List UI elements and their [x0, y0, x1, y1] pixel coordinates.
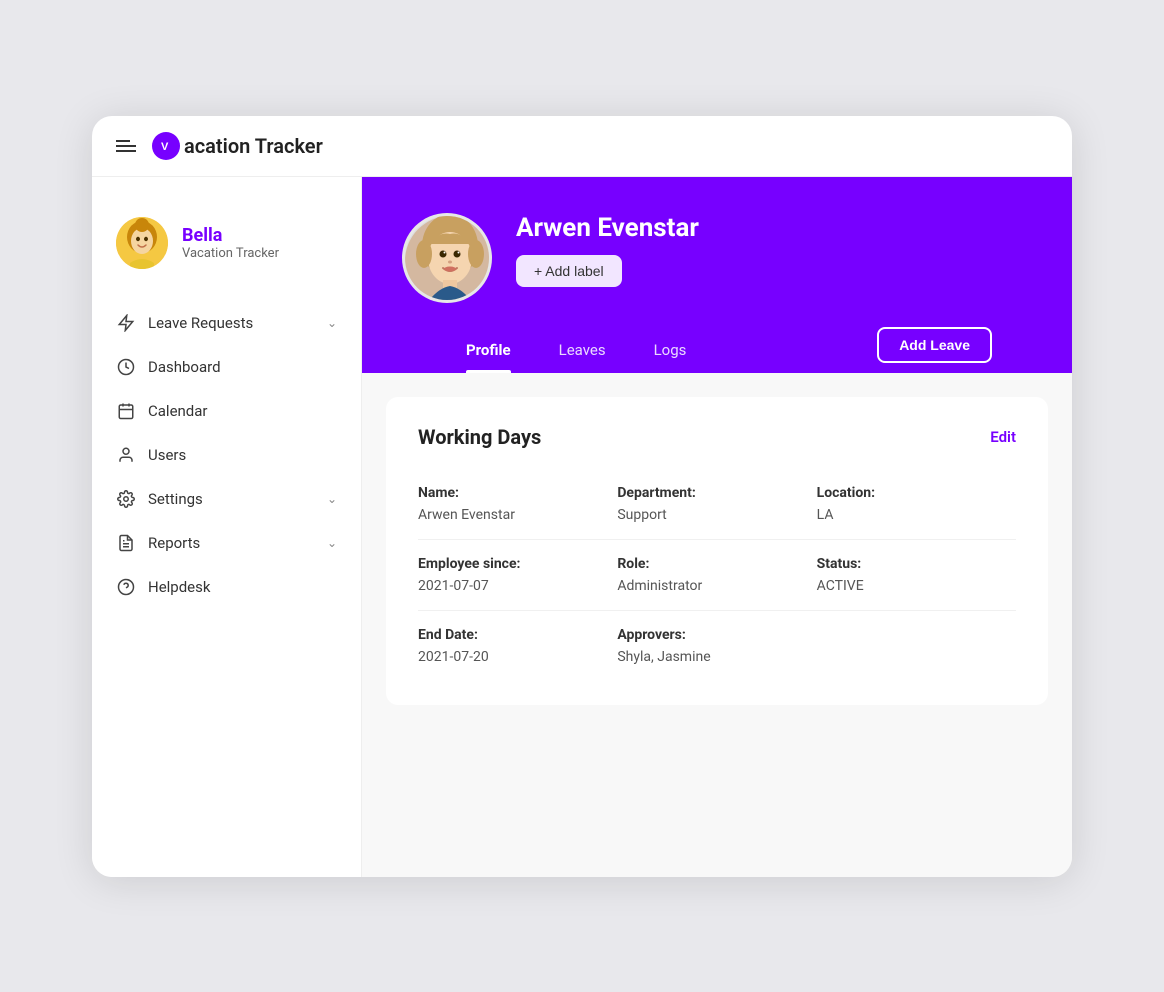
sidebar-item-leave-requests[interactable]: Leave Requests ⌄ — [92, 301, 361, 345]
sidebar-item-label: Leave Requests — [148, 314, 315, 332]
sidebar-profile-subtitle: Vacation Tracker — [182, 246, 279, 261]
svg-text:V: V — [161, 141, 169, 153]
sidebar-item-label: Dashboard — [148, 358, 337, 376]
user-icon — [116, 445, 136, 465]
sidebar-item-users[interactable]: Users — [92, 433, 361, 477]
card-header: Working Days Edit — [418, 425, 1016, 449]
edit-button[interactable]: Edit — [990, 428, 1016, 446]
logo-area: V acation Tracker — [152, 132, 323, 160]
top-bar: V acation Tracker — [92, 116, 1072, 177]
sidebar-item-label: Users — [148, 446, 337, 464]
profile-header: Arwen Evenstar + Add label Profile Leave… — [362, 177, 1072, 373]
divider — [418, 610, 1016, 611]
menu-toggle-button[interactable] — [116, 140, 136, 152]
sidebar-item-dashboard[interactable]: Dashboard — [92, 345, 361, 389]
tab-profile[interactable]: Profile — [442, 327, 535, 373]
sidebar-profile-info: Bella Vacation Tracker — [182, 225, 279, 261]
sidebar-item-label: Helpdesk — [148, 578, 337, 596]
sidebar-item-label: Calendar — [148, 402, 337, 420]
info-empty — [817, 615, 1016, 677]
help-icon — [116, 577, 136, 597]
dashboard-icon — [116, 357, 136, 377]
sidebar-item-settings[interactable]: Settings ⌄ — [92, 477, 361, 521]
divider — [418, 539, 1016, 540]
info-end-date: End Date: 2021-07-20 — [418, 615, 617, 677]
logo-icon: V — [152, 132, 180, 160]
tab-logs[interactable]: Logs — [630, 327, 711, 373]
sidebar-item-helpdesk[interactable]: Helpdesk — [92, 565, 361, 609]
lightning-icon — [116, 313, 136, 333]
main-layout: Bella Vacation Tracker Leave Requests ⌄ — [92, 177, 1072, 877]
sidebar-profile-name: Bella — [182, 225, 279, 246]
sidebar: Bella Vacation Tracker Leave Requests ⌄ — [92, 177, 362, 877]
sidebar-item-label: Settings — [148, 490, 315, 508]
logo-text: acation Tracker — [184, 134, 323, 158]
working-days-card: Working Days Edit Name: Arwen Evenstar D… — [386, 397, 1048, 705]
avatar — [116, 217, 168, 269]
tab-leaves[interactable]: Leaves — [535, 327, 630, 373]
sidebar-profile: Bella Vacation Tracker — [92, 201, 361, 301]
content-area: Arwen Evenstar + Add label Profile Leave… — [362, 177, 1072, 877]
info-approvers: Approvers: Shyla, Jasmine — [617, 615, 816, 677]
add-label-button[interactable]: + Add label — [516, 255, 622, 287]
info-location: Location: LA — [817, 473, 1016, 535]
sidebar-item-label: Reports — [148, 534, 315, 552]
add-leave-button[interactable]: Add Leave — [877, 327, 992, 363]
chevron-down-icon: ⌄ — [327, 492, 337, 506]
app-window: V acation Tracker — [92, 116, 1072, 877]
chevron-down-icon: ⌄ — [327, 316, 337, 330]
profile-name: Arwen Evenstar — [516, 213, 1032, 243]
info-department: Department: Support — [617, 473, 816, 535]
settings-icon — [116, 489, 136, 509]
profile-tabs: Profile Leaves Logs Add Leave — [402, 327, 1032, 373]
info-role: Role: Administrator — [617, 544, 816, 606]
sidebar-item-reports[interactable]: Reports ⌄ — [92, 521, 361, 565]
info-status: Status: ACTIVE — [817, 544, 1016, 606]
reports-icon — [116, 533, 136, 553]
sidebar-item-calendar[interactable]: Calendar — [92, 389, 361, 433]
profile-info: Arwen Evenstar + Add label — [516, 213, 1032, 287]
info-grid: Name: Arwen Evenstar Department: Support… — [418, 473, 1016, 677]
profile-header-top: Arwen Evenstar + Add label — [402, 213, 1032, 303]
working-days-title: Working Days — [418, 425, 541, 449]
profile-avatar — [402, 213, 492, 303]
chevron-down-icon: ⌄ — [327, 536, 337, 550]
info-employee-since: Employee since: 2021-07-07 — [418, 544, 617, 606]
profile-content: Working Days Edit Name: Arwen Evenstar D… — [362, 373, 1072, 877]
info-name: Name: Arwen Evenstar — [418, 473, 617, 535]
calendar-icon — [116, 401, 136, 421]
